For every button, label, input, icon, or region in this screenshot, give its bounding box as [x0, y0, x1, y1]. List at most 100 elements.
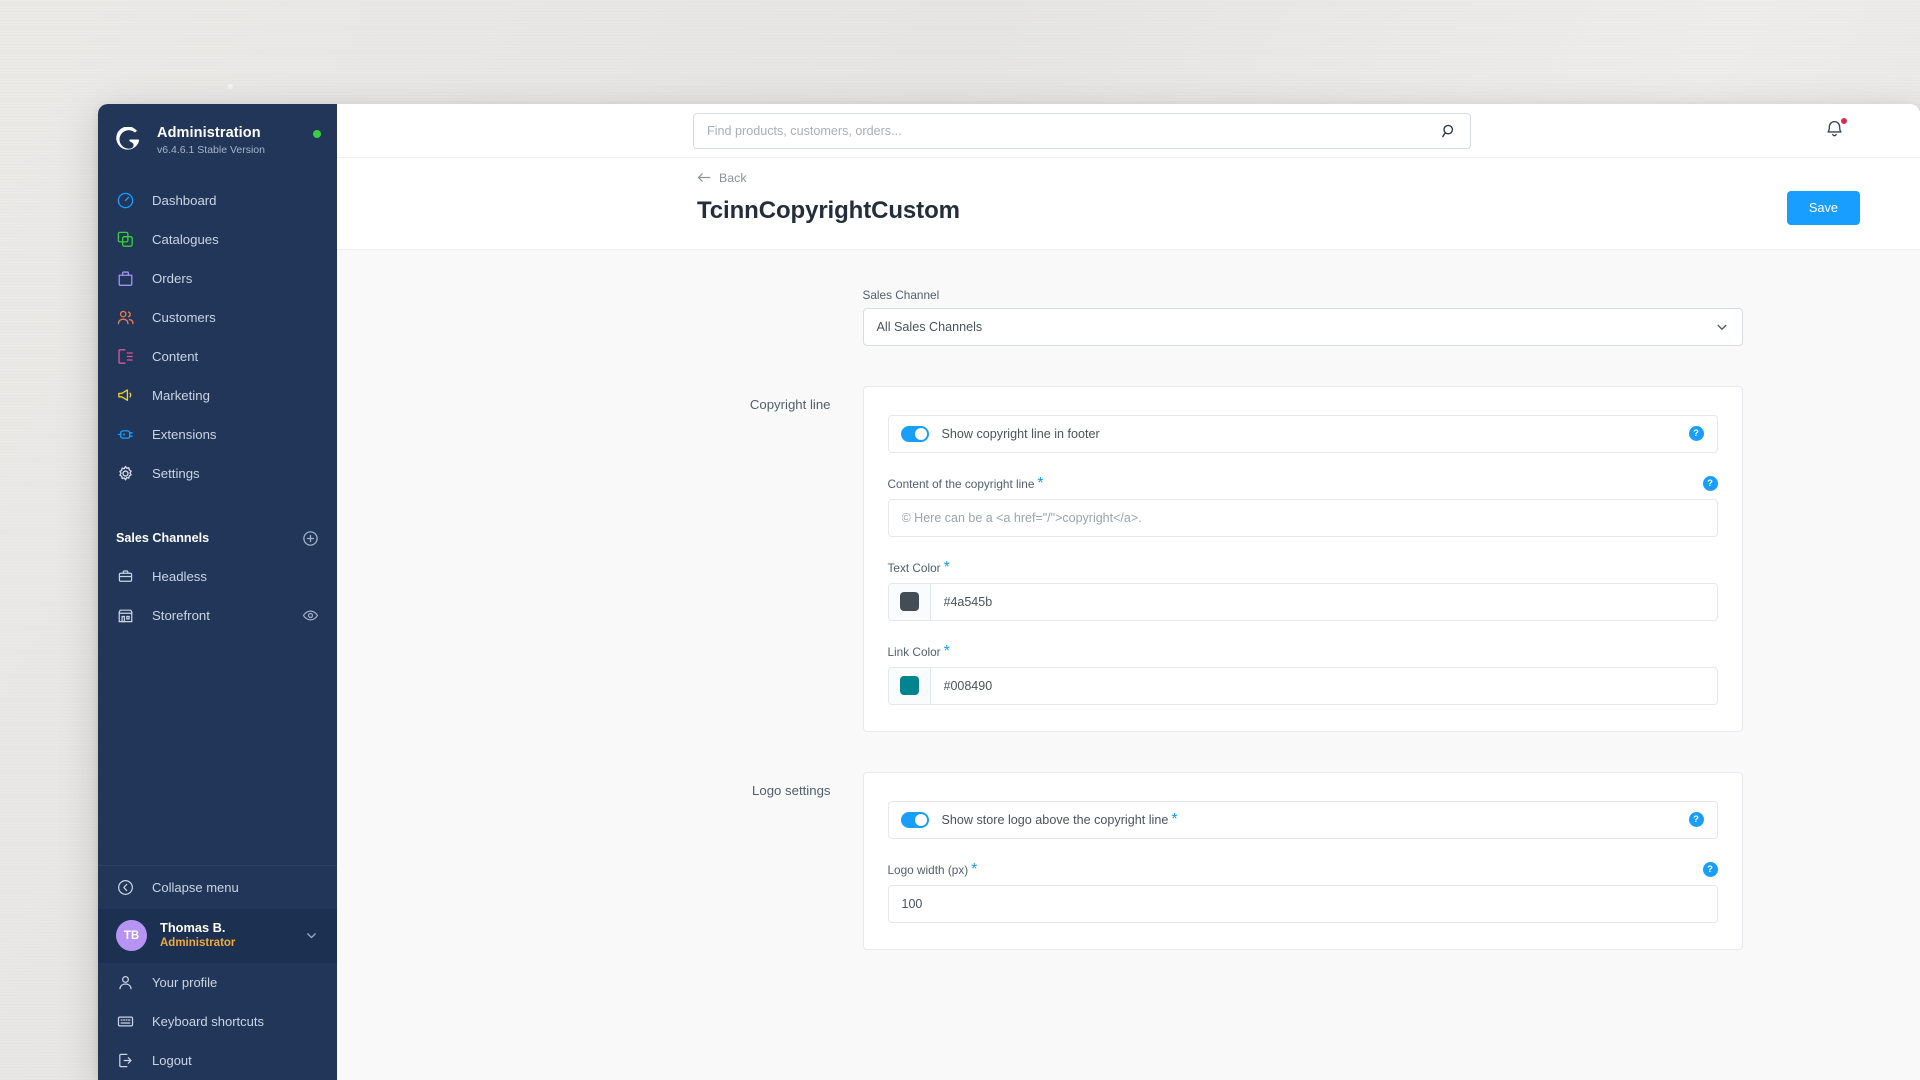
required-mark: * [1037, 474, 1044, 492]
sidebar-brand-title: Administration [157, 125, 261, 141]
main-content: Back TcinnCopyrightCustom Save Sales Cha… [337, 104, 1920, 1080]
extensions-icon [116, 425, 135, 444]
text-color-swatch-button[interactable] [888, 583, 931, 620]
copyright-content-input[interactable] [887, 498, 1718, 537]
sales-channel-spacer [515, 288, 863, 346]
content-icon [116, 347, 135, 366]
back-link[interactable]: Back [697, 171, 747, 185]
sidebar-item-settings[interactable]: Settings [98, 454, 337, 493]
menu-item-logout[interactable]: Logout [98, 1041, 337, 1080]
menu-item-keyboard-shortcuts[interactable]: Keyboard shortcuts [98, 1002, 337, 1041]
sidebar-item-marketing[interactable]: Marketing [98, 376, 337, 415]
topbar [337, 104, 1920, 158]
sidebar-version: v6.4.6.1 Stable Version [157, 144, 265, 157]
status-online-dot [313, 130, 321, 138]
show-logo-toggle-row[interactable]: Show store logo above the copyright line… [887, 800, 1718, 839]
menu-item-label: Logout [152, 1053, 192, 1068]
sidebar: Administration v6.4.6.1 Stable Version D… [98, 104, 337, 1080]
required-mark: * [971, 860, 978, 878]
sidebar-item-storefront[interactable]: Storefront [98, 596, 337, 635]
show-logo-toggle[interactable] [900, 811, 929, 828]
sidebar-item-headless[interactable]: Headless [98, 557, 337, 596]
user-role: Administrator [160, 937, 236, 950]
keyboard-icon [116, 1012, 135, 1031]
text-color-input-row [887, 582, 1718, 621]
settings-form: Sales Channel All Sales Channels Copyrig… [337, 250, 1920, 1080]
copyright-line-card: Show copyright line in footer ? Content … [862, 385, 1743, 732]
save-button[interactable]: Save [1786, 190, 1860, 225]
help-circle-icon[interactable]: ? [1688, 812, 1704, 827]
sales-channel-value: All Sales Channels [876, 319, 983, 334]
help-circle-icon[interactable]: ? [1702, 862, 1718, 877]
sidebar-item-label: Extensions [152, 427, 217, 443]
settings-gear-icon [116, 464, 135, 483]
logout-icon [116, 1051, 135, 1070]
show-logo-toggle-field: Show store logo above the copyright line… [887, 800, 1718, 839]
shopware-logo-icon [116, 126, 143, 154]
sidebar-brand[interactable]: Administration v6.4.6.1 Stable Version [98, 104, 337, 171]
show-copyright-toggle-row[interactable]: Show copyright line in footer ? [887, 414, 1718, 453]
sales-channel-label: Sales Channel [862, 287, 940, 302]
sidebar-item-label: Storefront [152, 608, 210, 624]
show-copyright-toggle-label: Show copyright line in footer [941, 426, 1100, 441]
show-copyright-toggle-field: Show copyright line in footer ? [887, 414, 1718, 453]
text-color-label: Text Color [887, 560, 941, 575]
search-icon[interactable] [1441, 123, 1457, 139]
user-profile-button[interactable]: TB Thomas B. Administrator [98, 908, 337, 963]
text-color-input[interactable] [930, 583, 1717, 620]
link-color-input[interactable] [930, 667, 1717, 704]
dashboard-icon [116, 191, 135, 210]
sidebar-item-label: Content [152, 349, 199, 365]
global-search [693, 112, 1471, 149]
chevron-down-icon [1715, 320, 1729, 334]
menu-item-your-profile[interactable]: Your profile [98, 963, 337, 1002]
menu-item-label: Keyboard shortcuts [152, 1014, 265, 1029]
storefront-icon [116, 606, 135, 625]
search-input[interactable] [707, 123, 1441, 138]
menu-item-label: Your profile [152, 975, 218, 990]
link-color-field: Link Color * [887, 642, 1718, 705]
plus-circle-icon[interactable] [302, 530, 319, 547]
sidebar-item-orders[interactable]: Orders [98, 259, 337, 298]
required-mark: * [943, 558, 950, 576]
help-circle-icon[interactable]: ? [1702, 476, 1718, 491]
logo-width-label: Logo width (px) [887, 862, 969, 877]
sidebar-item-catalogues[interactable]: Catalogues [98, 220, 337, 259]
show-copyright-toggle[interactable] [900, 425, 929, 442]
required-mark: * [943, 642, 950, 660]
color-swatch [899, 592, 919, 611]
sidebar-item-customers[interactable]: Customers [98, 298, 337, 337]
copyright-content-label: Content of the copyright line [887, 476, 1035, 491]
sales-channels-title: Sales Channels [116, 531, 210, 546]
sales-channel-select[interactable]: All Sales Channels [862, 307, 1743, 346]
sidebar-item-extensions[interactable]: Extensions [98, 415, 337, 454]
link-color-label: Link Color [887, 644, 941, 659]
search-box[interactable] [693, 112, 1471, 149]
text-color-field: Text Color * [887, 558, 1718, 621]
sidebar-item-dashboard[interactable]: Dashboard [98, 181, 337, 220]
notifications-button[interactable] [1824, 117, 1848, 142]
collapse-menu-button[interactable]: Collapse menu [98, 864, 337, 909]
sidebar-bottom: Collapse menu TB Thomas B. Administrator [98, 864, 337, 1080]
logo-width-field: Logo width (px) * ? [887, 860, 1718, 923]
copyright-line-row: Copyright line Show copyright line in fo… [337, 385, 1920, 732]
avatar: TB [116, 920, 147, 952]
eye-icon[interactable] [302, 607, 319, 624]
help-circle-icon[interactable]: ? [1688, 426, 1704, 441]
link-color-swatch-button[interactable] [888, 667, 931, 704]
sidebar-item-label: Headless [152, 569, 207, 585]
marketing-icon [116, 386, 135, 405]
back-label: Back [719, 170, 747, 185]
orders-icon [116, 269, 135, 288]
logo-width-input[interactable] [887, 884, 1718, 923]
catalogues-icon [116, 230, 135, 249]
sidebar-item-content[interactable]: Content [98, 337, 337, 376]
arrow-left-icon [697, 173, 711, 182]
sidebar-item-label: Catalogues [152, 232, 219, 248]
customers-icon [116, 308, 135, 327]
copyright-content-field: Content of the copyright line * ? [887, 474, 1718, 537]
collapse-chevron-icon [116, 878, 135, 897]
chevron-down-icon [304, 928, 319, 943]
